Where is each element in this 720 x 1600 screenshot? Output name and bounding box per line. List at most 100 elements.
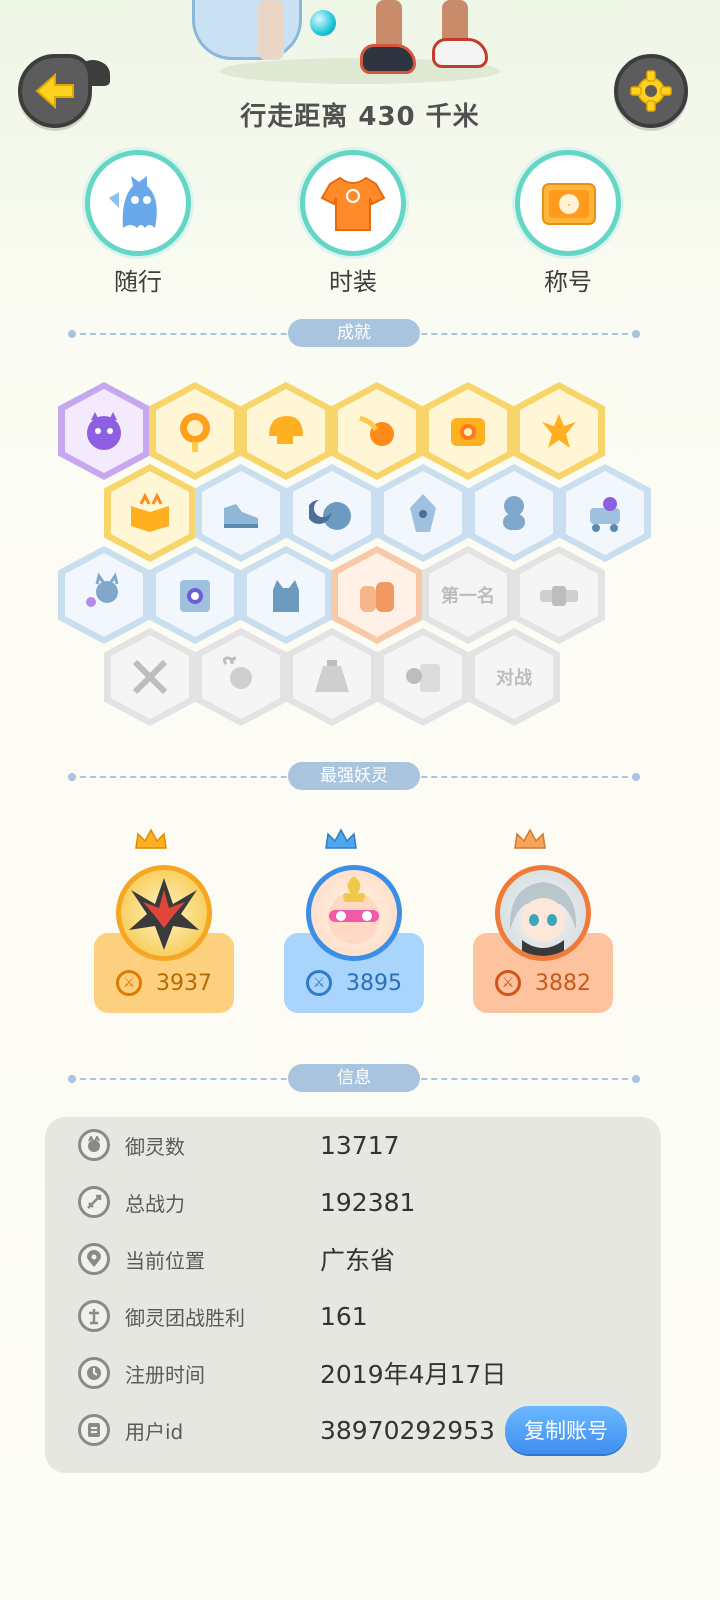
gate-icon (540, 586, 578, 606)
info-row-user-id: 用户id 38970292953 复制账号 (45, 1402, 661, 1458)
divider-dot (632, 330, 640, 338)
badge-inner (338, 389, 416, 473)
companion-spirit (192, 0, 302, 60)
badge-gray-bag[interactable] (286, 628, 378, 726)
camera-icon (451, 418, 485, 446)
info-label: 御灵团战胜利 (125, 1305, 245, 1330)
moon-icon (309, 500, 351, 530)
info-divider: 信息 (68, 1064, 640, 1094)
spirit-avatar (495, 865, 591, 961)
info-title: 信息 (288, 1064, 420, 1092)
menu-fashion[interactable]: 时装 (293, 150, 413, 297)
badge-inner (520, 389, 598, 473)
info-row-location: 当前位置 广东省 (45, 1231, 661, 1287)
tshirt-icon (320, 176, 386, 231)
badge-blue-sneaker[interactable] (195, 464, 287, 562)
magic-orb (310, 10, 336, 36)
badge-gold-orb[interactable] (149, 382, 241, 480)
achievements-title: 成就 (288, 319, 420, 347)
badge-gold-camera[interactable] (422, 382, 514, 480)
info-panel: 御灵数 13717 总战力 192381 当前位置 广东省 御灵团战胜利 161… (45, 1117, 661, 1473)
menu-fashion-label: 时装 (329, 268, 377, 296)
badge-inner (520, 553, 598, 637)
badge-first-place-text: 第一名 (429, 553, 507, 637)
info-label: 御灵数 (125, 1134, 185, 1159)
spirit-power: ⚔ 3937 (94, 970, 234, 996)
badge-blue-creature[interactable] (468, 464, 560, 562)
badge-blue-stroller[interactable] (559, 464, 651, 562)
badge-blue-scroll[interactable] (149, 546, 241, 644)
gold-crown-icon (135, 828, 167, 849)
badge-inner (202, 471, 280, 555)
demon-face-icon (87, 412, 121, 450)
badge-inner (247, 389, 325, 473)
trophy-icon (78, 1300, 110, 1332)
badge-inner (247, 553, 325, 637)
blue-crown-icon (325, 828, 357, 849)
badge-inner (65, 553, 143, 637)
girl-spirit-icon (509, 882, 577, 956)
sword-icon: ⚔ (116, 970, 142, 996)
achievements-divider: 成就 (68, 319, 640, 349)
spirit-rank-3[interactable]: ⚔ 3882 (473, 820, 613, 1013)
badge-blue-cat[interactable] (58, 546, 150, 644)
info-value: 38970292953 (320, 1415, 495, 1445)
menu-companion[interactable]: 随行 (78, 150, 198, 297)
crystal-icon (410, 494, 436, 532)
location-pin-icon (78, 1243, 110, 1275)
spirit-rank-1[interactable]: ⚔ 3937 (94, 820, 234, 1013)
info-row-spirit-count: 御灵数 13717 (45, 1117, 661, 1173)
badge-gold-comet[interactable] (331, 382, 423, 480)
fashion-circle[interactable] (300, 150, 406, 256)
id-card-icon (78, 1414, 110, 1446)
companion-leg (258, 0, 284, 60)
spirit-avatar (116, 865, 212, 961)
badge-peach-friends[interactable] (331, 546, 423, 644)
badge-gray-gate[interactable] (513, 546, 605, 644)
badge-gray-document[interactable] (377, 628, 469, 726)
hearts-icon (222, 656, 252, 689)
walk-distance: 行走距离 430 千米 (240, 102, 480, 132)
spirit-power-value: 3937 (156, 970, 212, 996)
badge-gray-swords[interactable] (104, 628, 196, 726)
monster-icon (273, 580, 299, 612)
title-circle[interactable]: · (515, 150, 621, 256)
info-row-team-wins: 御灵团战胜利 161 (45, 1288, 661, 1344)
badge-inner (293, 471, 371, 555)
bronze-crown-icon (514, 828, 546, 849)
copy-account-button[interactable]: 复制账号 (505, 1406, 627, 1454)
clock-icon (78, 1357, 110, 1389)
svg-text:·: · (567, 198, 571, 212)
achievement-badges: 第一名 对战 (58, 382, 658, 732)
divider-dot (632, 1075, 640, 1083)
badge-gold-phoenix[interactable] (513, 382, 605, 480)
badge-gray-first-place[interactable]: 第一名 (422, 546, 514, 644)
badge-battle-text: 对战 (475, 635, 553, 719)
badge-inner (202, 635, 280, 719)
badge-gold-book[interactable] (104, 464, 196, 562)
badge-blue-moon[interactable] (286, 464, 378, 562)
info-value: 161 (320, 1301, 368, 1331)
badge-blue-monster[interactable] (240, 546, 332, 644)
badge-inner (384, 471, 462, 555)
info-label: 当前位置 (125, 1248, 205, 1273)
badge-gray-battle[interactable]: 对战 (468, 628, 560, 726)
title-card-icon: · (542, 183, 596, 225)
strongest-divider: 最强妖灵 (68, 762, 640, 792)
menu-companion-label: 随行 (114, 268, 162, 296)
character-preview (180, 0, 540, 100)
badge-gold-helmet[interactable] (240, 382, 332, 480)
badge-purple-demon[interactable] (58, 382, 150, 480)
spirit-rank-2[interactable]: ⚔ 3895 (284, 820, 424, 1013)
menu-title[interactable]: · 称号 (508, 150, 628, 297)
shoe-right (432, 38, 488, 68)
spirit-power-value: 3895 (346, 970, 402, 996)
badge-blue-crystal[interactable] (377, 464, 469, 562)
badge-inner (293, 635, 371, 719)
badge-gray-hearts[interactable] (195, 628, 287, 726)
strongest-title: 最强妖灵 (288, 762, 420, 790)
spirit-power: ⚔ 3895 (284, 970, 424, 996)
companion-circle[interactable] (85, 150, 191, 256)
crossed-swords-icon (132, 659, 168, 695)
ghost-spirit-icon (109, 176, 157, 228)
